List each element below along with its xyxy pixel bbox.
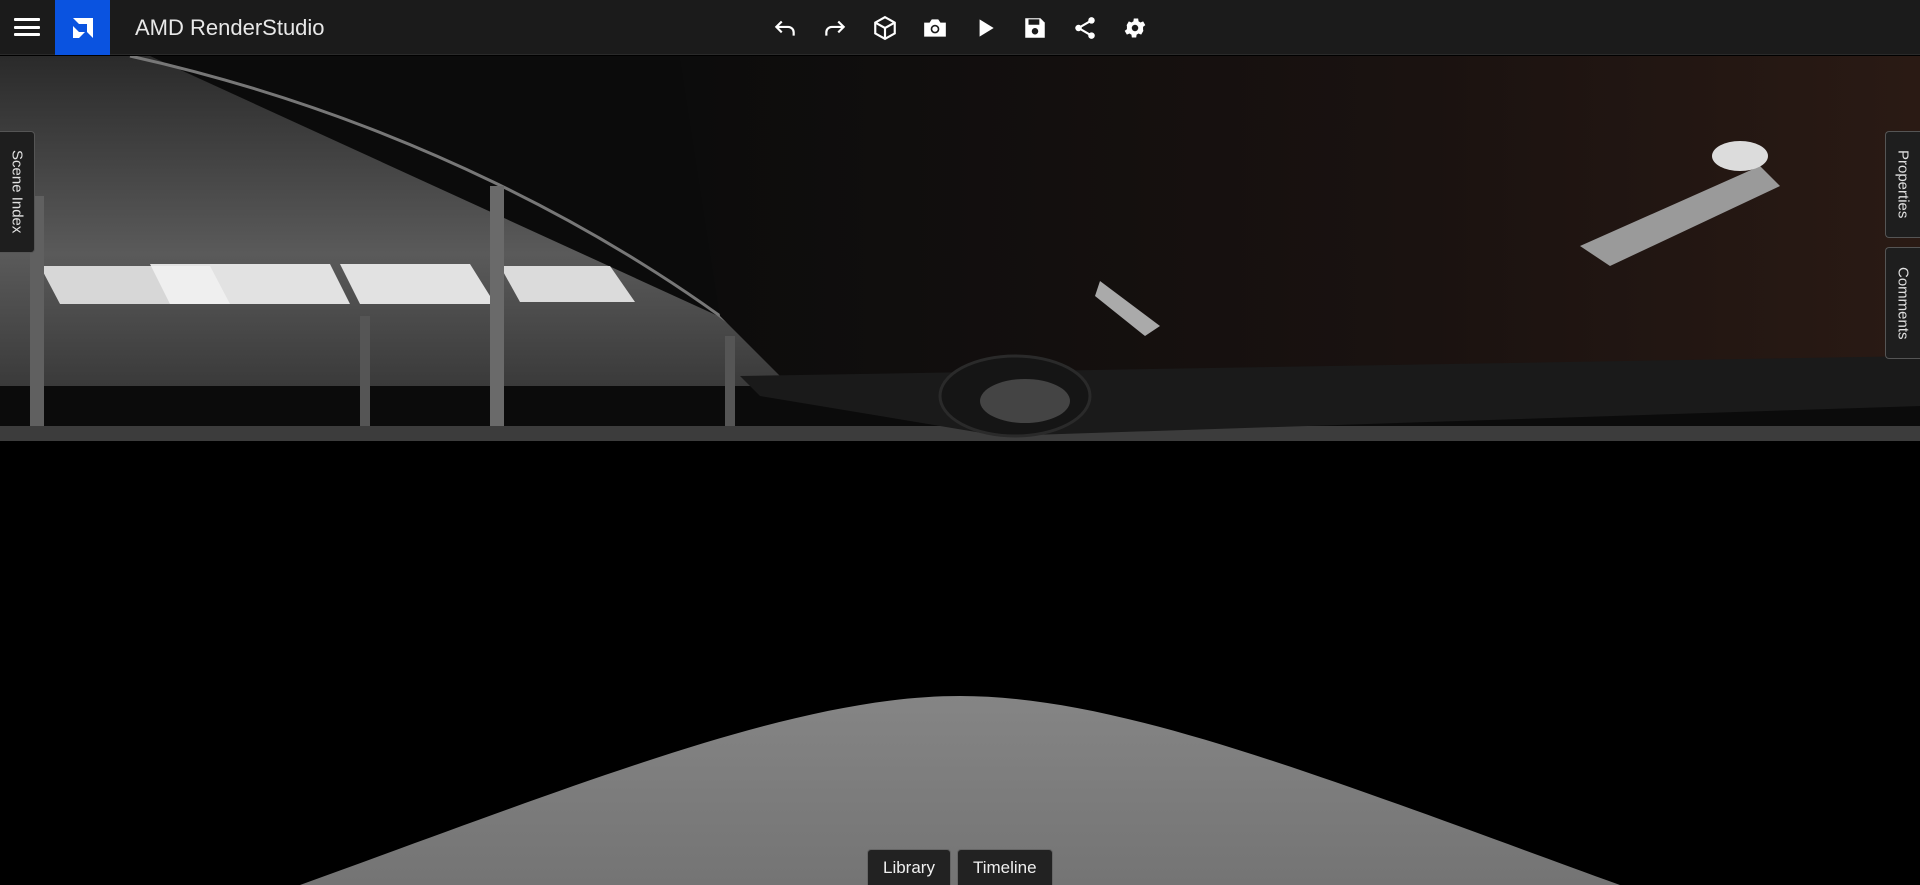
share-icon [1075,17,1095,39]
redo-button[interactable] [815,8,855,48]
amd-arrow-icon [72,17,93,38]
cube-button[interactable] [865,8,905,48]
gear-icon [1124,18,1146,38]
play-icon [979,19,994,37]
top-bar: AMD RenderStudio [0,0,1920,55]
amd-logo[interactable] [55,0,110,55]
play-button[interactable] [965,8,1005,48]
render-viewport[interactable]: Scene Index Properties Comments [0,56,1920,885]
tab-scene-index[interactable]: Scene Index [0,131,35,253]
hamburger-menu-icon[interactable] [12,14,42,40]
screenshot-button[interactable] [915,8,955,48]
tab-comments[interactable]: Comments [1885,247,1920,359]
redo-icon [825,20,846,36]
undo-button[interactable] [765,8,805,48]
share-button[interactable] [1065,8,1105,48]
camera-icon [924,19,946,37]
save-icon [1025,18,1045,38]
save-button[interactable] [1015,8,1055,48]
tab-properties[interactable]: Properties [1885,131,1920,238]
bottom-panel-tabs: Library Timeline [867,849,1053,885]
main-toolbar [765,8,1155,48]
tab-timeline[interactable]: Timeline [956,849,1053,885]
undo-icon [774,20,795,36]
scene-render [0,56,1920,885]
cube-icon [874,15,896,41]
tab-library[interactable]: Library [867,849,951,885]
app-title: AMD RenderStudio [135,15,325,40]
settings-button[interactable] [1115,8,1155,48]
